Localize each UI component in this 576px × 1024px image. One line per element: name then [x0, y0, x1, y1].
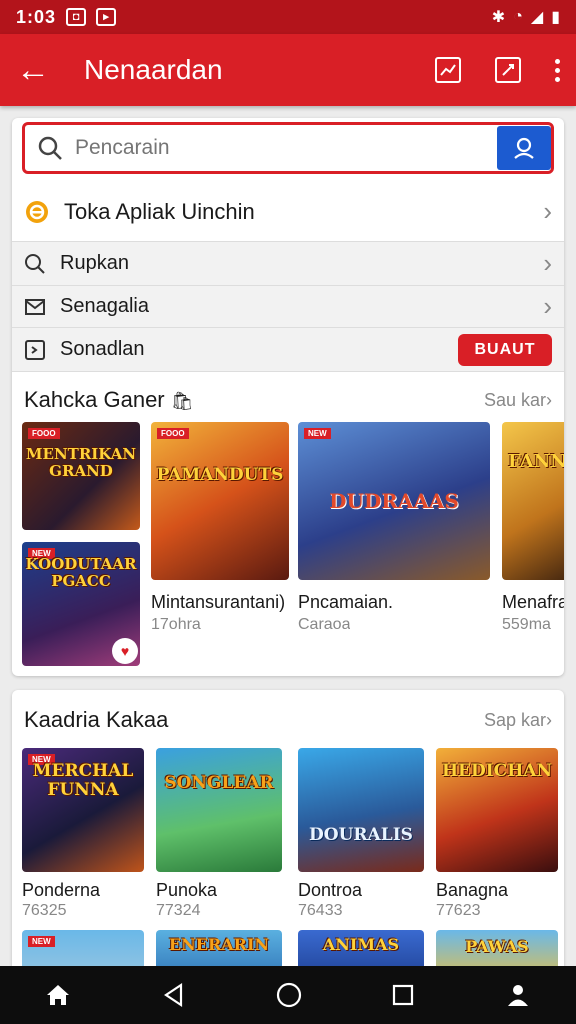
- game-tile[interactable]: SONGLEAR: [156, 748, 282, 872]
- chart-icon[interactable]: [435, 57, 461, 83]
- game-name[interactable]: Banagna: [436, 880, 508, 901]
- store-coin-icon: [26, 200, 48, 223]
- account-icon[interactable]: [504, 981, 532, 1009]
- heart-icon: ♥: [112, 638, 138, 664]
- game-art-title: PAMANDUTS: [156, 465, 284, 485]
- edit-icon[interactable]: [495, 57, 521, 83]
- section-title: Kahcka Ganer 🛍︎: [24, 387, 194, 412]
- update-button[interactable]: BUAUT: [458, 333, 552, 366]
- game-art-title: DOURALIS: [309, 825, 413, 845]
- section-header: Kaadria Kakaa Sap kar ›: [12, 700, 564, 740]
- game-art-title: ENERARIN: [168, 935, 270, 954]
- game-tile[interactable]: FANNA: [502, 422, 564, 580]
- notification-icon: ◘: [66, 8, 87, 26]
- game-subtitle: 77623: [436, 902, 481, 919]
- menu-row-search[interactable]: Rupkan ›: [12, 242, 564, 286]
- notification-icon: ▸: [96, 8, 117, 26]
- wifi-icon: ◔: [513, 8, 523, 25]
- menu-row-label: Senagalia: [60, 295, 149, 317]
- game-tile[interactable]: NEW DUDRAAAS: [298, 422, 490, 580]
- game-name[interactable]: Menafra: [502, 592, 564, 613]
- game-art-title: PAWAS: [465, 937, 529, 956]
- home-icon[interactable]: [44, 981, 72, 1009]
- home-circle-icon[interactable]: [275, 981, 303, 1009]
- status-bar: 1:03 ◘ ▸ ✱ ◔ ◢ ▮: [0, 0, 576, 34]
- search-button[interactable]: [497, 126, 551, 170]
- game-art-title: MENTRIKAN GRAND: [25, 445, 137, 480]
- game-tile[interactable]: FOOO MENTRIKAN GRAND: [22, 422, 140, 530]
- search-input[interactable]: [75, 136, 497, 160]
- update-box-icon: [25, 339, 45, 360]
- system-nav-bar: [0, 966, 576, 1024]
- back-triangle-icon[interactable]: [161, 982, 187, 1008]
- chevron-right-icon: ›: [546, 389, 552, 410]
- search-icon: [25, 253, 45, 274]
- battery-icon: ▮: [551, 9, 560, 26]
- game-art-title: ANIMAS: [322, 935, 400, 954]
- badge: FOOO: [28, 428, 60, 439]
- game-subtitle: Caraoa: [298, 616, 351, 633]
- page-title: Nenaardan: [84, 54, 223, 85]
- badge: NEW: [28, 936, 55, 947]
- game-subtitle: 76325: [22, 902, 67, 919]
- section-header: Kahcka Ganer 🛍︎ Sau kar ›: [12, 380, 564, 420]
- app-bar: ← Nenaardan: [0, 34, 576, 106]
- game-art-title: SONGLEAR: [164, 773, 274, 793]
- bag-icon: 🛍︎: [170, 391, 194, 411]
- menu-row-update[interactable]: Sonadlan BUAUT: [12, 328, 564, 372]
- section-title: Kaadria Kakaa: [24, 707, 169, 732]
- game-art-title: HEDICHAN: [441, 761, 553, 781]
- game-subtitle: 17ohra: [151, 616, 201, 633]
- game-tile[interactable]: NEW MERCHAL FUNNA: [22, 748, 144, 872]
- game-name[interactable]: Ponderna: [22, 880, 100, 901]
- game-subtitle: 76433: [298, 902, 343, 919]
- mail-icon: [25, 298, 45, 315]
- game-tile[interactable]: DOURALIS: [298, 748, 424, 872]
- game-art-title: FANNA: [508, 451, 564, 472]
- badge: NEW: [304, 428, 331, 439]
- more-vert-icon[interactable]: [555, 58, 560, 82]
- chevron-right-icon: ›: [543, 291, 552, 321]
- game-subtitle: 77324: [156, 902, 201, 919]
- chevron-right-icon: ›: [543, 196, 552, 226]
- game-name[interactable]: Punoka: [156, 880, 217, 901]
- game-name[interactable]: Pncamaian.: [298, 592, 393, 613]
- chevron-right-icon: ›: [546, 709, 552, 730]
- second-card: Kaadria Kakaa Sap kar › NEW MERCHAL FUNN…: [12, 690, 564, 980]
- see-all-link[interactable]: Sau kar: [484, 390, 546, 411]
- game-art-title: KOODUTAAR PGACC: [25, 555, 137, 590]
- store-row[interactable]: Toka Apliak Uinchin ›: [12, 182, 564, 242]
- recents-square-icon[interactable]: [391, 983, 415, 1007]
- game-art-title: MERCHAL FUNNA: [32, 761, 134, 800]
- game-tile[interactable]: FOOO PAMANDUTS: [151, 422, 289, 580]
- menu-row-label: Rupkan: [60, 252, 129, 274]
- menu-row-mail[interactable]: Senagalia ›: [12, 286, 564, 328]
- status-time: 1:03: [16, 6, 57, 27]
- chevron-right-icon: ›: [543, 248, 552, 278]
- game-subtitle: 559ma: [502, 616, 551, 633]
- search-bar[interactable]: [22, 122, 554, 174]
- game-tile[interactable]: NEW KOODUTAAR PGACC ♥: [22, 542, 140, 666]
- game-name[interactable]: Mintansurantani): [151, 592, 301, 613]
- game-art-title: DUDRAAAS: [329, 489, 459, 513]
- user-search-icon: [514, 137, 534, 159]
- bluetooth-icon: ✱: [491, 9, 506, 26]
- signal-icon: ◢: [530, 9, 544, 26]
- store-row-label: Toka Apliak Uinchin: [64, 198, 255, 224]
- badge: FOOO: [157, 428, 189, 439]
- menu-row-label: Sonadlan: [60, 338, 145, 360]
- game-tile[interactable]: HEDICHAN: [436, 748, 558, 872]
- game-name[interactable]: Dontroa: [298, 880, 362, 901]
- search-icon: [38, 136, 62, 160]
- see-all-link[interactable]: Sap kar: [484, 710, 546, 731]
- main-card: Toka Apliak Uinchin › Rupkan › Senagalia…: [12, 118, 564, 676]
- back-arrow-icon[interactable]: ←: [16, 53, 56, 87]
